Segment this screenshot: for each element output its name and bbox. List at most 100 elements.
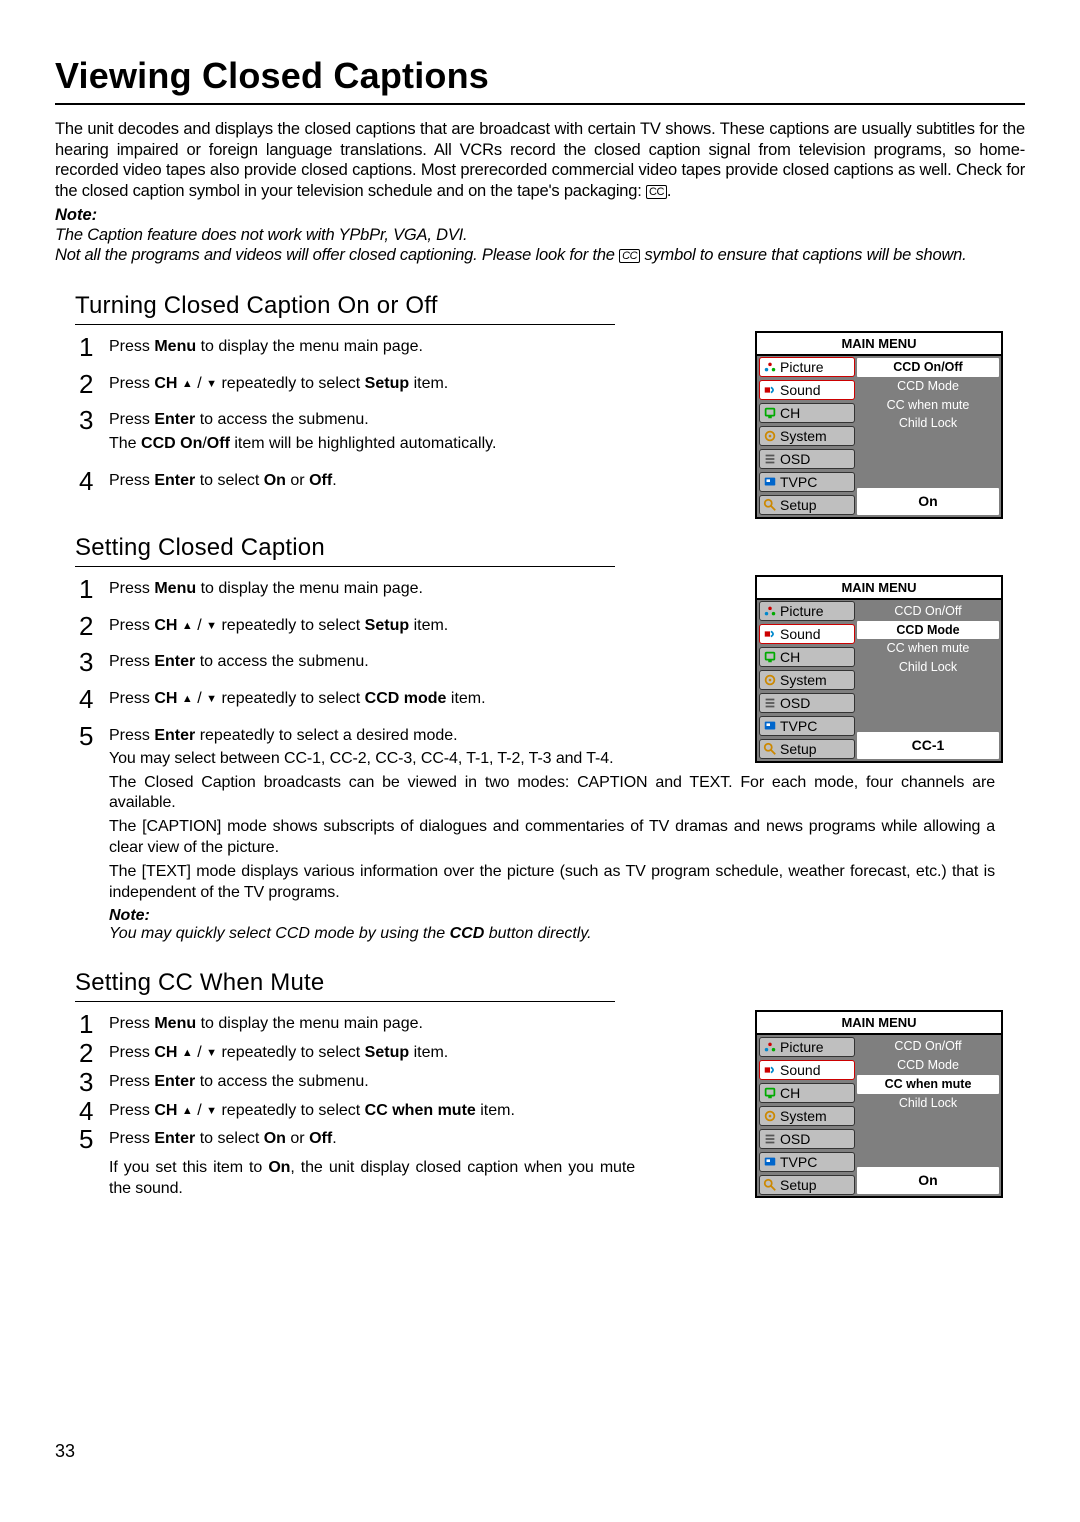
menu-icon <box>763 1178 777 1192</box>
menu-left-item: OSD <box>759 693 855 713</box>
menu-icon <box>763 673 777 687</box>
menu-left-item: Setup <box>759 495 855 515</box>
menu-left-item: Picture <box>759 1037 855 1057</box>
menu-left-item: CH <box>759 403 855 423</box>
sec2-follow-p4: The [TEXT] mode displays various informa… <box>109 862 995 904</box>
intro-text: The unit decodes and displays the closed… <box>55 120 1025 200</box>
menu-right-item: CCD Mode <box>857 621 999 640</box>
sec3-step-5: Press Enter to select On or Off. <box>75 1129 635 1150</box>
menu-icon <box>763 696 777 710</box>
menu-icon <box>763 406 777 420</box>
page-number: 33 <box>55 1441 75 1462</box>
menu-left-item: System <box>759 426 855 446</box>
menu-left-item: OSD <box>759 449 855 469</box>
note-line-2b: symbol to ensure that captions will be s… <box>640 246 966 264</box>
sec3-step-4: Press CH ▲ / ▼ repeatedly to select CC w… <box>75 1101 635 1122</box>
menu-right-item: CC when mute <box>857 1075 999 1094</box>
menu-left-item: Setup <box>759 739 855 759</box>
menu-right-item: Child Lock <box>857 414 999 433</box>
menu-left-item: TVPC <box>759 716 855 736</box>
menu-icon <box>763 719 777 733</box>
menu-icon <box>763 429 777 443</box>
sec2-note: You may quickly select CCD mode by using… <box>109 925 995 943</box>
menu-icon <box>763 475 777 489</box>
menu-right-item: CCD Mode <box>857 1056 999 1075</box>
section-3-title: Setting CC When Mute <box>75 969 1025 997</box>
menu-icon <box>763 452 777 466</box>
menu-icon <box>763 1109 777 1123</box>
sec2-step-4: Press CH ▲ / ▼ repeatedly to select CCD … <box>75 689 635 710</box>
menu-icon <box>763 1155 777 1169</box>
menu-left-item: System <box>759 1106 855 1126</box>
menu-right-item: CC when mute <box>857 639 999 658</box>
sec2-follow-p2: The Closed Caption broadcasts can be vie… <box>109 773 995 815</box>
menu-right-item: Child Lock <box>857 1094 999 1113</box>
sec2-step-2: Press CH ▲ / ▼ repeatedly to select Setu… <box>75 616 635 637</box>
menu-icon <box>763 627 777 641</box>
menu-left-item: TVPC <box>759 1152 855 1172</box>
menu-bottom-value: On <box>857 488 999 515</box>
sec3-step-1: Press Menu to display the menu main page… <box>75 1014 635 1035</box>
menu-left-item: TVPC <box>759 472 855 492</box>
menu-icon <box>763 1132 777 1146</box>
menu-icon <box>763 1086 777 1100</box>
note-label: Note: <box>55 206 1025 225</box>
section-2-title: Setting Closed Caption <box>75 534 1025 562</box>
page-title: Viewing Closed Captions <box>55 55 1025 105</box>
sec1-step-4: Press Enter to select On or Off. <box>75 471 635 492</box>
sec2-follow-p3: The [CAPTION] mode shows subscripts of d… <box>109 817 995 859</box>
section-1-title: Turning Closed Caption On or Off <box>75 292 1025 320</box>
menu-right-item: CCD On/Off <box>857 602 999 621</box>
menu-bottom-value: CC-1 <box>857 732 999 759</box>
note-line-1: The Caption feature does not work with Y… <box>55 225 1025 246</box>
menu-icon <box>763 742 777 756</box>
menu-header: MAIN MENU <box>757 333 1001 356</box>
menu-left-item: Picture <box>759 357 855 377</box>
divider <box>75 566 615 567</box>
sec1-step-1: Press Menu to display the menu main page… <box>75 337 635 358</box>
note-line-2a: Not all the programs and videos will off… <box>55 246 619 264</box>
menu-figure-2: MAIN MENUPicture Sound CH System OSD TVPC Setu… <box>755 575 1003 763</box>
menu-right-item: Child Lock <box>857 658 999 677</box>
sec2-step-1: Press Menu to display the menu main page… <box>75 579 635 600</box>
menu-left-item: CH <box>759 1083 855 1103</box>
divider <box>75 1001 615 1002</box>
intro-paragraph: The unit decodes and displays the closed… <box>55 119 1025 202</box>
menu-left-item: System <box>759 670 855 690</box>
menu-left-item: Sound <box>759 380 855 400</box>
menu-left-item: CH <box>759 647 855 667</box>
sec2-follow: You may select between CC-1, CC-2, CC-3,… <box>109 749 995 904</box>
sec1-step-2: Press CH ▲ / ▼ repeatedly to select Setu… <box>75 374 635 395</box>
note-line-2: Not all the programs and videos will off… <box>55 245 1025 266</box>
menu-right-item: CCD On/Off <box>857 1037 999 1056</box>
menu-figure-1: MAIN MENUPicture Sound CH System OSD TVPC Setu… <box>755 331 1003 519</box>
menu-header: MAIN MENU <box>757 1012 1001 1035</box>
sec3-follow: If you set this item to On, the unit dis… <box>109 1158 635 1200</box>
sec2-step-5: Press Enter repeatedly to select a desir… <box>75 726 635 747</box>
menu-right-item: CCD On/Off <box>857 358 999 377</box>
menu-bottom-value: On <box>857 1167 999 1194</box>
sec1-step-3: Press Enter to access the submenu.The CC… <box>75 410 635 455</box>
menu-left-item: Setup <box>759 1175 855 1195</box>
menu-figure-3: MAIN MENUPicture Sound CH System OSD TVPC Setu… <box>755 1010 1003 1198</box>
menu-icon <box>763 1040 777 1054</box>
sec2-note-label: Note: <box>109 907 995 925</box>
menu-icon <box>763 360 777 374</box>
cc-symbol-2: CC <box>619 249 640 263</box>
sec2-step-3: Press Enter to access the submenu. <box>75 652 635 673</box>
menu-left-item: OSD <box>759 1129 855 1149</box>
menu-icon <box>763 650 777 664</box>
menu-icon <box>763 604 777 618</box>
menu-left-item: Sound <box>759 624 855 644</box>
menu-right-item: CCD Mode <box>857 377 999 396</box>
menu-left-item: Sound <box>759 1060 855 1080</box>
divider <box>75 324 615 325</box>
menu-left-item: Picture <box>759 601 855 621</box>
sec3-step-3: Press Enter to access the submenu. <box>75 1072 635 1093</box>
cc-symbol: CC <box>646 185 667 199</box>
menu-icon <box>763 498 777 512</box>
menu-icon <box>763 383 777 397</box>
menu-right-item: CC when mute <box>857 396 999 415</box>
sec3-step-2: Press CH ▲ / ▼ repeatedly to select Setu… <box>75 1043 635 1064</box>
menu-header: MAIN MENU <box>757 577 1001 600</box>
